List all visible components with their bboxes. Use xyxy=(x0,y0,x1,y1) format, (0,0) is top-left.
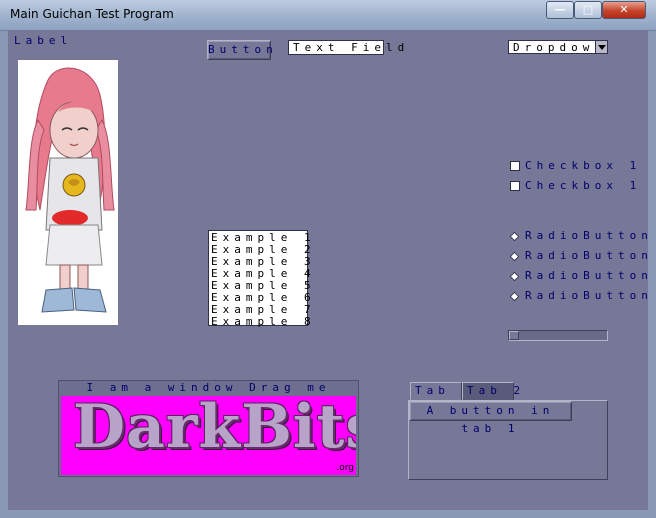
radio-button-4[interactable] xyxy=(509,291,520,302)
slider[interactable] xyxy=(508,330,608,341)
inner-window-title[interactable]: I am a window Drag me xyxy=(59,381,358,395)
dropdown-value: Dropdown xyxy=(513,41,606,54)
minimize-icon: — xyxy=(554,3,566,16)
tab-1-button[interactable]: A button in tab 1 xyxy=(409,401,572,435)
close-button[interactable]: ✕ xyxy=(602,1,646,19)
dropdown[interactable]: Dropdown xyxy=(508,40,608,54)
radio-button-2-label: RadioButton 2 xyxy=(525,249,656,262)
main-button[interactable]: Button xyxy=(207,40,273,60)
character-image xyxy=(18,60,118,325)
label-widget: Label xyxy=(14,34,73,47)
client-area: Label Button Text Field Dropdown Example… xyxy=(8,30,656,510)
checkbox-1[interactable] xyxy=(510,161,520,171)
checkbox-1-label: Checkbox 1 xyxy=(525,159,642,172)
radio-button-1-label: RadioButton 1 xyxy=(525,229,656,242)
checkbox-2[interactable] xyxy=(510,181,520,191)
anime-girl-icon xyxy=(25,67,115,313)
window-title: Main Guichan Test Program xyxy=(10,7,174,21)
tab-1[interactable]: Tab 1 xyxy=(410,382,468,400)
checkbox-2-label: Checkbox 1 xyxy=(525,179,642,192)
slider-thumb[interactable] xyxy=(509,331,519,340)
close-icon: ✕ xyxy=(619,3,629,16)
radio-button-3-label: RadioButton 3 xyxy=(525,269,656,282)
list-item[interactable]: Example 8 xyxy=(209,316,311,328)
maximize-button[interactable]: □ xyxy=(574,1,602,19)
inner-window[interactable]: I am a window Drag me DarkBits .org xyxy=(58,380,359,477)
logo-text: DarkBits xyxy=(73,396,356,462)
title-bar[interactable]: Main Guichan Test Program — □ ✕ xyxy=(0,0,656,31)
radio-button-1[interactable] xyxy=(509,231,520,242)
maximize-icon: □ xyxy=(582,3,594,16)
tab-content: A button in tab 1 xyxy=(408,400,608,480)
dropdown-arrow-icon[interactable] xyxy=(595,41,607,53)
tab-2[interactable]: Tab 2 xyxy=(462,382,520,400)
radio-button-4-label: RadioButton 4 xyxy=(525,289,656,302)
radio-button-3[interactable] xyxy=(509,271,520,282)
logo-suffix: .org xyxy=(336,463,354,473)
minimize-button[interactable]: — xyxy=(546,1,574,19)
text-field[interactable]: Text Field xyxy=(288,40,404,55)
list-box[interactable]: Example 1 Example 2 Example 3 Example 4 … xyxy=(208,230,311,328)
darkbits-logo: DarkBits .org xyxy=(61,396,356,475)
radio-button-2[interactable] xyxy=(509,251,520,262)
